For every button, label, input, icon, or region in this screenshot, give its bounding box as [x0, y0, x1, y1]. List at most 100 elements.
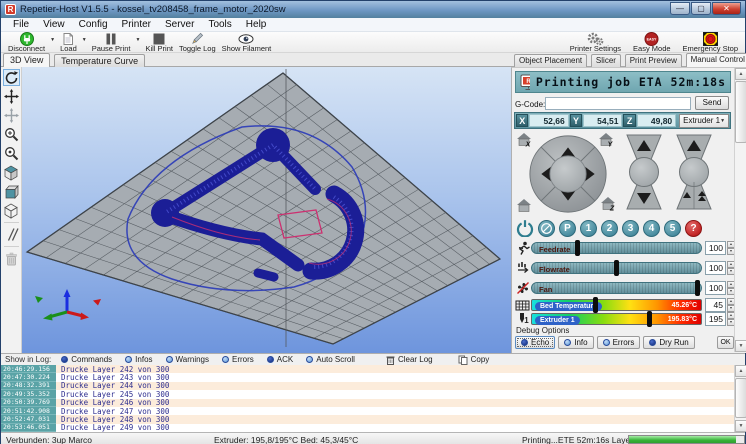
filter-autoscroll[interactable]: Auto Scroll [306, 355, 355, 364]
svg-text:1: 1 [524, 316, 529, 325]
preheat-3-button[interactable]: 3 [622, 220, 639, 237]
flowrate-slider-thumb[interactable] [614, 260, 619, 276]
scroll-up-icon[interactable]: ▲ [735, 68, 746, 80]
copy-button[interactable]: Copy [458, 355, 490, 365]
tab-temperature-curve[interactable]: Temperature Curve [54, 54, 145, 67]
kill-print-button[interactable]: Kill Print [142, 32, 176, 53]
3d-viewport[interactable] [22, 67, 511, 353]
clear-log-button[interactable]: Clear Log [386, 355, 433, 365]
filter-ack[interactable]: ACK [267, 355, 293, 364]
close-button[interactable]: ✕ [712, 2, 741, 15]
log-rows: 20:46:29.156Drucke Layer 242 von 30020:4… [1, 365, 734, 432]
preheat-1-button[interactable]: 1 [580, 220, 597, 237]
debug-dryrun-button[interactable]: Dry Run [643, 336, 694, 349]
gcode-input[interactable] [545, 97, 691, 110]
delete-object-tool[interactable] [3, 250, 20, 267]
toggle-log-button[interactable]: Toggle Log [176, 32, 219, 53]
debug-errors-button[interactable]: Errors [597, 336, 641, 349]
motors-off-button[interactable] [538, 220, 555, 237]
scrollbar-thumb[interactable] [735, 81, 746, 143]
tab-slicer[interactable]: Slicer [591, 54, 621, 67]
preheat-2-button[interactable]: 2 [601, 220, 618, 237]
menu-item-tools[interactable]: Tools [201, 19, 238, 30]
printer-settings-button[interactable]: Printer Settings [567, 32, 624, 53]
front-view-tool[interactable] [3, 183, 20, 200]
send-button[interactable]: Send [695, 96, 729, 110]
tab-object-placement[interactable]: Object Placement [514, 54, 587, 67]
fan-slider[interactable]: Fan [531, 282, 702, 294]
scroll-up-icon[interactable]: ▲ [735, 365, 746, 377]
scroll-down-icon[interactable]: ▼ [735, 420, 746, 432]
filter-warnings[interactable]: Warnings [166, 355, 210, 364]
zoom-in-tool[interactable] [3, 126, 20, 143]
scroll-down-icon[interactable]: ▼ [735, 340, 746, 352]
isometric-view-tool[interactable] [3, 164, 20, 181]
bed-target-value[interactable]: 45 [705, 298, 726, 312]
extruder-target-spinner[interactable]: ▲▼ [727, 312, 734, 326]
filter-commands[interactable]: Commands [61, 355, 112, 364]
bed-target-spinner[interactable]: ▲▼ [727, 298, 734, 312]
power-button[interactable] [516, 219, 534, 237]
fan-slider-thumb[interactable] [695, 280, 700, 296]
menu-item-server[interactable]: Server [158, 19, 201, 30]
flowrate-spinner[interactable]: ▲▼ [727, 261, 734, 275]
park-button[interactable]: P [559, 220, 576, 237]
emergency-stop-button[interactable]: Emergency Stop [680, 32, 741, 53]
pause-dropdown[interactable]: ▼ [133, 37, 142, 43]
zoom-region-tool[interactable] [3, 145, 20, 162]
xy-jog-pad[interactable] [528, 134, 608, 214]
preheat-5-button[interactable]: 5 [664, 220, 681, 237]
disconnect-dropdown[interactable]: ▼ [48, 37, 57, 43]
extruder-temperature-thumb[interactable] [647, 311, 652, 327]
filter-errors[interactable]: Errors [222, 355, 254, 364]
perspective-view-tool[interactable] [3, 202, 20, 219]
flowrate-value[interactable]: 100 [705, 261, 726, 275]
extruder-jog-control[interactable] [675, 134, 713, 210]
z-jog-control[interactable] [625, 134, 663, 210]
easy-mode-button[interactable]: EASY Easy Mode [630, 32, 674, 53]
parallel-projection-tool[interactable] [3, 226, 20, 243]
debug-info-button[interactable]: Info [558, 336, 593, 349]
load-dropdown[interactable]: ▼ [80, 37, 89, 43]
menu-item-config[interactable]: Config [72, 19, 115, 30]
move-object-tool[interactable] [3, 88, 20, 105]
menu-item-help[interactable]: Help [239, 19, 274, 30]
scrollbar-thumb[interactable] [735, 378, 746, 418]
panel-scrollbar[interactable]: ▲ ▼ [734, 68, 746, 352]
menu-item-file[interactable]: File [6, 19, 36, 30]
preheat-4-button[interactable]: 4 [643, 220, 660, 237]
feedrate-spinner[interactable]: ▲▼ [727, 241, 734, 255]
tab-manual-control[interactable]: Manual Control [686, 53, 746, 67]
extruder-target-value[interactable]: 195 [705, 312, 726, 326]
move-viewpoint-tool[interactable] [3, 107, 20, 124]
position-readout-bar: X 52,66 Y 54,51 Z 49,80 Extruder 1 ▼ [514, 112, 731, 129]
fan-spinner[interactable]: ▲▼ [727, 281, 734, 295]
show-filament-button[interactable]: Show Filament [219, 32, 275, 53]
help-button[interactable]: ? [685, 220, 702, 237]
load-button[interactable]: Load [57, 32, 80, 53]
tab-print-preview[interactable]: Print Preview [625, 54, 682, 67]
move-viewpoint-icon [4, 108, 19, 123]
bed-temperature-thumb[interactable] [593, 297, 598, 313]
flowrate-slider[interactable]: Flowrate [531, 262, 702, 274]
disconnect-button[interactable]: Disconnect [5, 32, 48, 53]
extruder-temperature-slider[interactable]: Extruder 1 195.83°C [531, 313, 702, 325]
log-scrollbar[interactable]: ▲ ▼ [734, 365, 746, 432]
view-tool-strip [1, 67, 22, 353]
debug-echo-button[interactable]: Echo [515, 336, 555, 349]
feedrate-slider-thumb[interactable] [575, 240, 580, 256]
maximize-button[interactable]: ▢ [691, 2, 711, 15]
extruder-select[interactable]: Extruder 1 ▼ [679, 114, 729, 128]
ok-button[interactable]: OK [717, 336, 734, 349]
tab-3d-view[interactable]: 3D View [3, 53, 50, 67]
menu-item-printer[interactable]: Printer [115, 19, 158, 30]
rotate-view-tool[interactable] [3, 69, 20, 86]
bed-temperature-slider[interactable]: Bed Temperature 45.26°C [531, 299, 702, 311]
fan-value[interactable]: 100 [705, 281, 726, 295]
pause-print-button[interactable]: Pause Print [89, 32, 134, 53]
feedrate-slider[interactable]: Feedrate [531, 242, 702, 254]
filter-infos[interactable]: Infos [125, 355, 152, 364]
minimize-button[interactable]: — [670, 2, 690, 15]
menu-item-view[interactable]: View [36, 19, 72, 30]
feedrate-value[interactable]: 100 [705, 241, 726, 255]
